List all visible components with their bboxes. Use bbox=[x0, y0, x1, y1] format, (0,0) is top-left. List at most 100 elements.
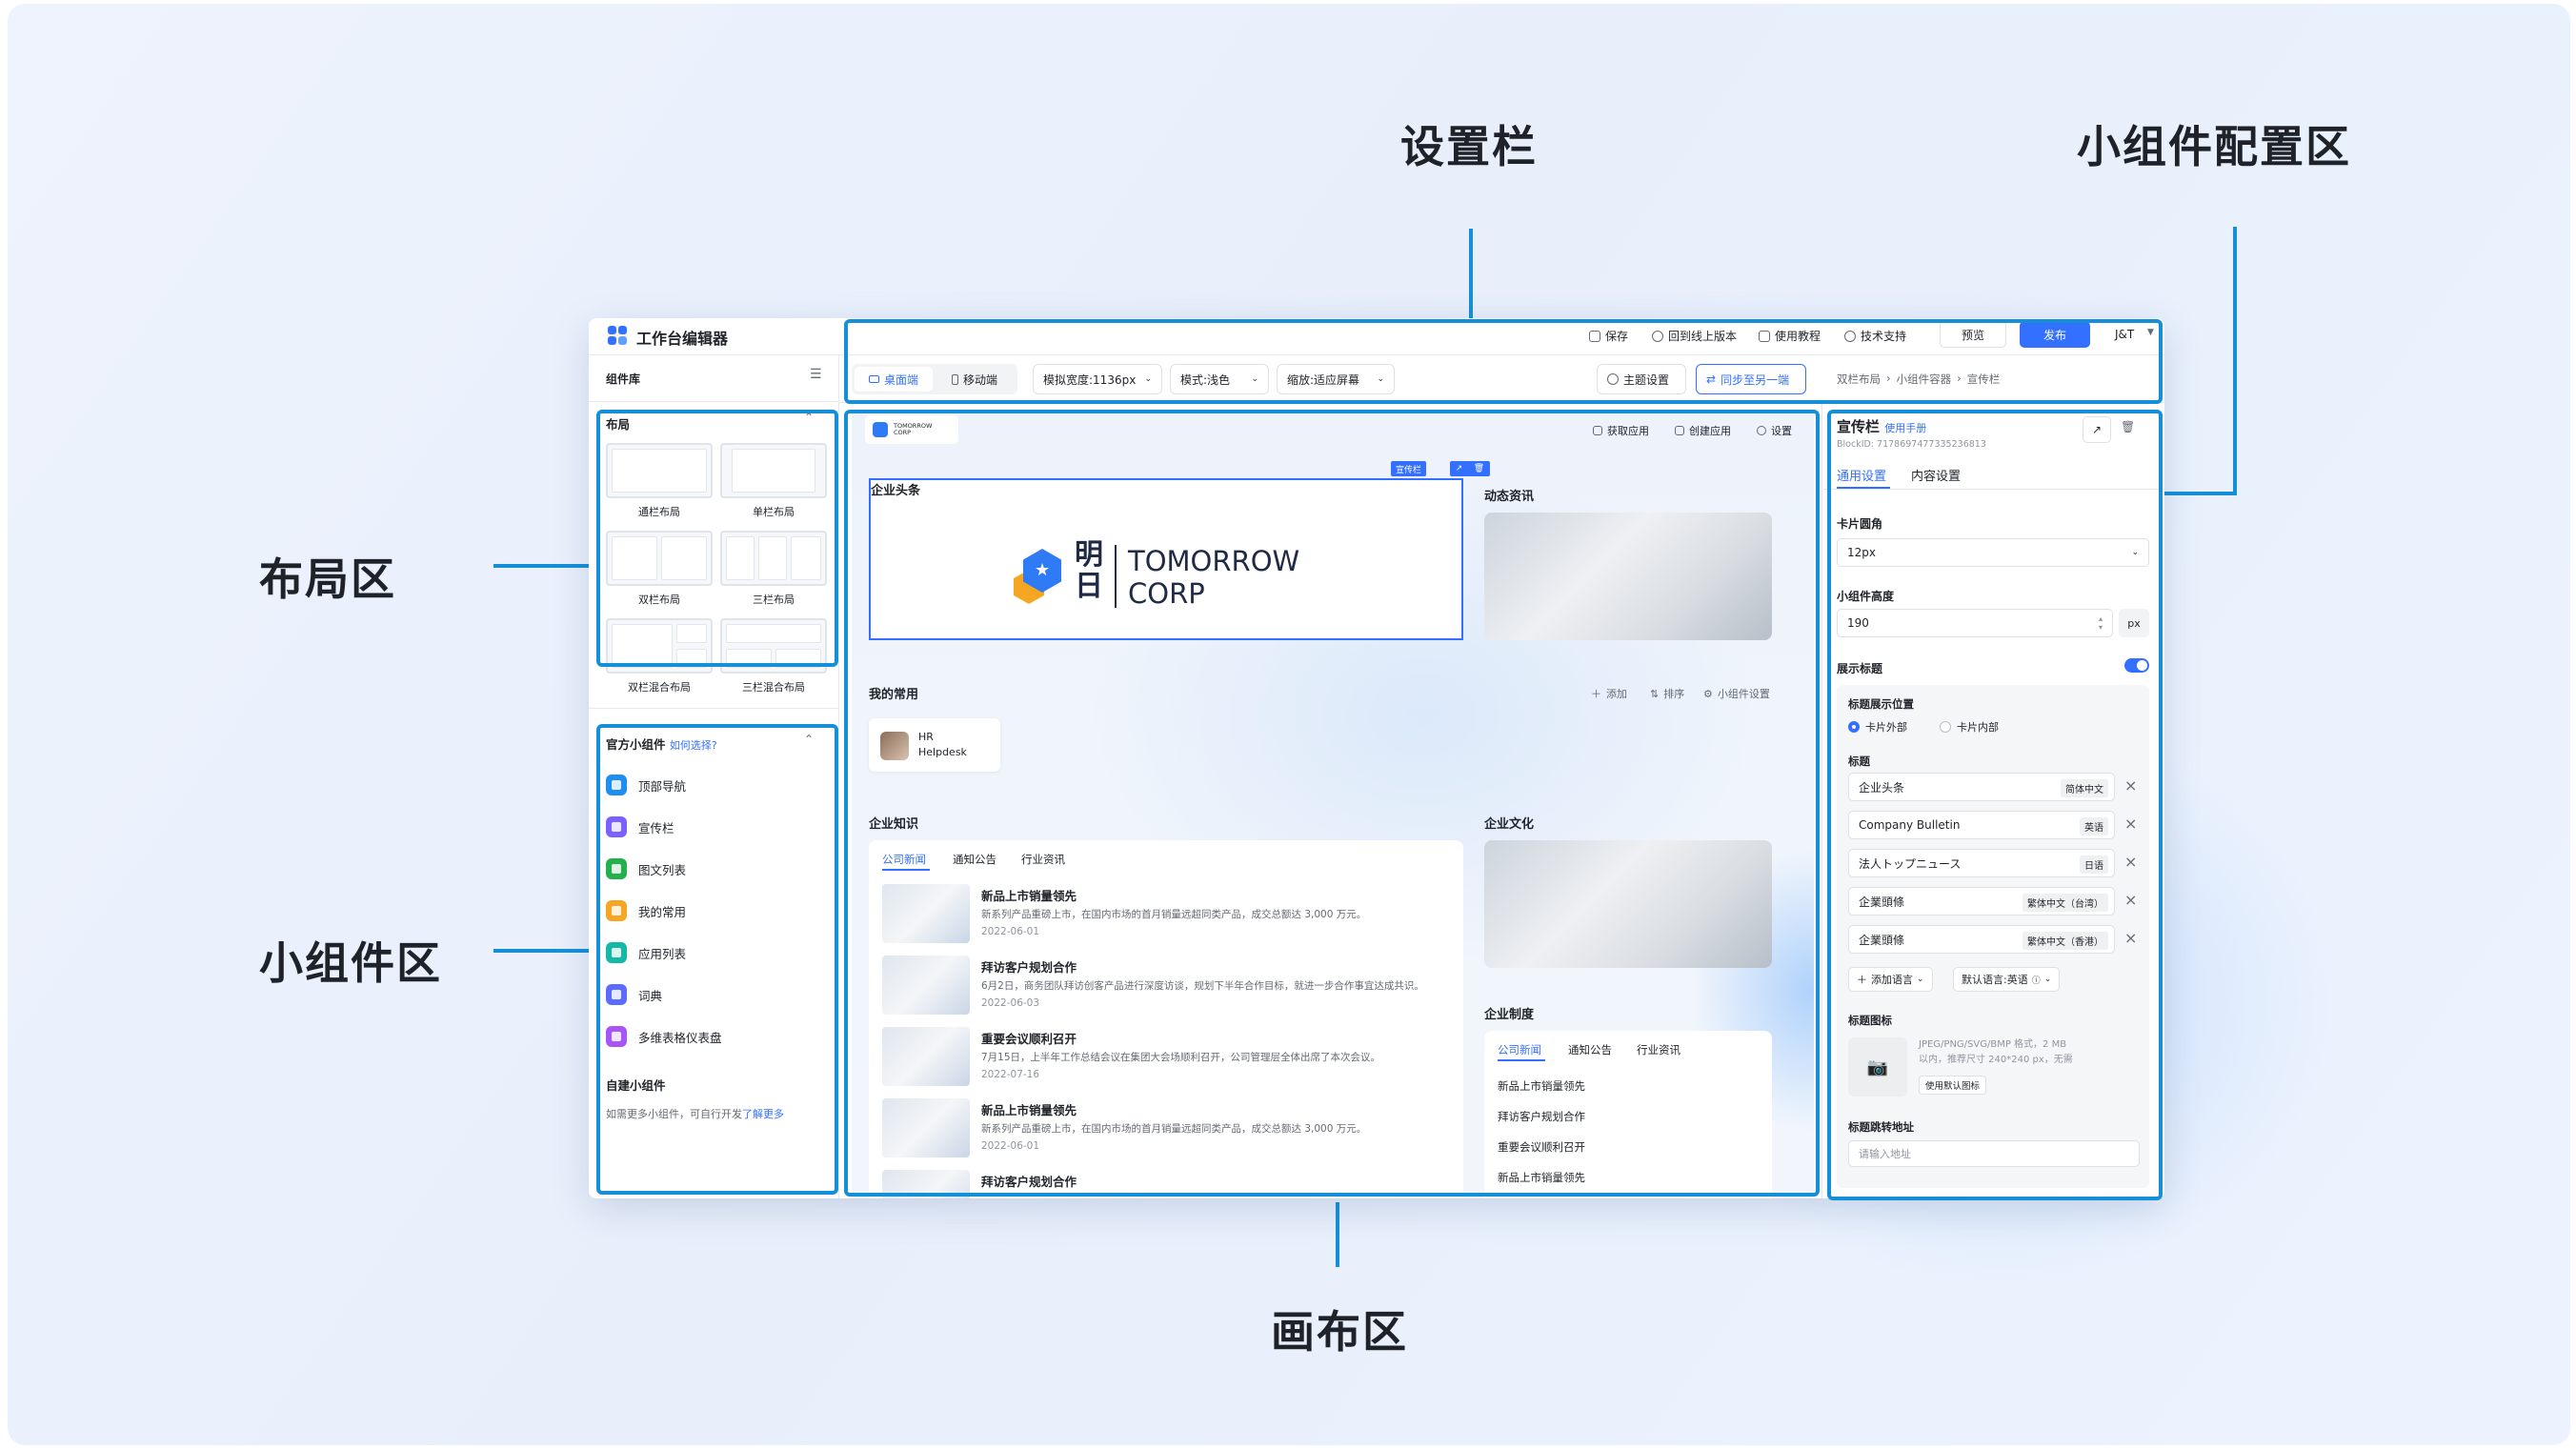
culture-image[interactable] bbox=[1484, 840, 1772, 968]
use-default-icon-button[interactable]: 使用默认图标 bbox=[1919, 1076, 1987, 1095]
policy-item[interactable]: 新品上市销量领先 bbox=[1498, 1170, 1585, 1185]
layout-two-column-mixed[interactable] bbox=[606, 618, 713, 674]
title-input[interactable]: 企業頭條 繁体中文（台湾） bbox=[1848, 887, 2115, 916]
mode-select[interactable]: 模式:浅色 ⌄ bbox=[1170, 364, 1269, 394]
tutorial-button[interactable]: 使用教程 bbox=[1759, 328, 1821, 344]
tab-content[interactable]: 内容设置 bbox=[1911, 466, 1961, 484]
news-item[interactable]: 拜访客户规划合作 6月2日，商务团队拜访创客产品进行深度访谈，规划下半年合作目标，… bbox=[882, 956, 1454, 1018]
share-icon[interactable]: ↗ bbox=[1456, 464, 1463, 473]
save-button[interactable]: 保存 bbox=[1589, 328, 1628, 344]
remove-title-icon[interactable]: × bbox=[2124, 853, 2137, 871]
widget-item[interactable]: 词典 bbox=[606, 984, 662, 1005]
policy-tab-industry[interactable]: 行业资讯 bbox=[1637, 1042, 1680, 1057]
stepper-icon[interactable]: ▴ ▾ bbox=[2099, 614, 2103, 632]
news-item[interactable]: 拜访客户规划合作 bbox=[882, 1170, 1454, 1198]
default-language-select[interactable]: 默认语言:英语 ⓘ ⌄ bbox=[1953, 967, 2061, 992]
zoom-select[interactable]: 缩放:适应屏幕 ⌄ bbox=[1277, 364, 1395, 394]
get-app-button[interactable]: 获取应用 bbox=[1593, 423, 1649, 438]
news-item[interactable]: 新品上市销量领先 新系列产品重磅上市，在国内市场的首月销量远超同类产品，成交总额达… bbox=[882, 884, 1454, 947]
desktop-tab[interactable]: 桌面端 bbox=[855, 367, 933, 392]
breadcrumb-item[interactable]: 小组件容器 bbox=[1897, 372, 1952, 387]
delete-icon[interactable]: 🗑 bbox=[1474, 464, 1484, 473]
layout-single-column[interactable] bbox=[720, 443, 827, 498]
headline-widget[interactable]: 企业头条 ★ 明日 TOMORROW CORP bbox=[869, 478, 1463, 640]
widget-settings-button[interactable]: ⚙ 小组件设置 bbox=[1703, 686, 1770, 701]
camera-icon[interactable]: 📷 bbox=[1848, 1037, 1907, 1097]
show-title-toggle[interactable] bbox=[2124, 658, 2149, 673]
learn-more-link[interactable]: 了解更多 bbox=[742, 1108, 784, 1120]
selected-widget-tag[interactable]: 宣传栏 bbox=[1391, 461, 1427, 476]
breadcrumb-item[interactable]: 双栏布局 bbox=[1837, 372, 1881, 387]
widget-item[interactable]: 多维表格仪表盘 bbox=[606, 1026, 722, 1047]
chevron-down-icon[interactable]: ▼ bbox=[2147, 328, 2154, 337]
news-item[interactable]: 重要会议顺利召开 7月15日，上半年工作总结会议在集团大会场顺利召开，公司管理层全… bbox=[882, 1027, 1454, 1090]
sort-button[interactable]: ⇅ 排序 bbox=[1650, 686, 1684, 701]
height-input[interactable]: 190 ▴ ▾ bbox=[1837, 609, 2113, 637]
news-item[interactable]: 新品上市销量领先 新系列产品重磅上市，在国内市场的首月销量远超同类产品，成交总额达… bbox=[882, 1098, 1454, 1161]
callout-line bbox=[2233, 227, 2237, 493]
layout-label: 三栏布局 bbox=[753, 594, 795, 606]
theme-settings-button[interactable]: 主题设置 bbox=[1597, 364, 1686, 394]
remove-title-icon[interactable]: × bbox=[2124, 929, 2137, 947]
pos-outside-radio[interactable]: 卡片外部 bbox=[1848, 719, 1907, 735]
remove-title-icon[interactable]: × bbox=[2124, 891, 2137, 909]
remove-title-icon[interactable]: × bbox=[2124, 776, 2137, 795]
add-language-button[interactable]: ＋添加语言 ⌄ bbox=[1848, 967, 1933, 992]
policy-tab-company-news[interactable]: 公司新闻 bbox=[1498, 1042, 1541, 1057]
widget-item[interactable]: 我的常用 bbox=[606, 900, 686, 921]
add-button[interactable]: ＋添加 bbox=[1591, 686, 1627, 701]
layout-two-column[interactable] bbox=[606, 531, 713, 586]
dynamic-news-image[interactable] bbox=[1484, 513, 1772, 640]
title-input[interactable]: Company Bulletin 英语 bbox=[1848, 811, 2115, 839]
share-icon[interactable]: ↗ bbox=[2083, 416, 2111, 443]
chevron-up-icon[interactable]: ⌃ bbox=[804, 411, 814, 424]
publish-button[interactable]: 发布 bbox=[2020, 321, 2090, 348]
policy-item[interactable]: 新品上市销量领先 bbox=[1498, 1078, 1585, 1094]
widget-icon bbox=[606, 942, 627, 963]
manual-link[interactable]: 使用手册 bbox=[1884, 422, 1926, 434]
rollback-button[interactable]: 回到线上版本 bbox=[1652, 328, 1737, 344]
policy-item[interactable]: 重要会议顺利召开 bbox=[1498, 1139, 1585, 1155]
frequent-title: 我的常用 bbox=[869, 688, 919, 702]
canvas: TOMORROW CORP 获取应用 创建应用 设置 宣传栏 ↗ 🗑 企业头条 ★… bbox=[852, 410, 1814, 1198]
widget-item[interactable]: 图文列表 bbox=[606, 858, 686, 879]
policy-tab-notices[interactable]: 通知公告 bbox=[1568, 1042, 1612, 1057]
preview-button[interactable]: 预览 bbox=[1940, 321, 2006, 348]
component-library: 组件库 ☰ 布局 ⌃ 通栏布局 单栏布局 双栏布局 三栏布局 双栏混合布局 三栏… bbox=[589, 355, 838, 1198]
tab-industry[interactable]: 行业资讯 bbox=[1021, 852, 1065, 867]
sync-button[interactable]: ⇄ 同步至另一端 bbox=[1696, 364, 1806, 394]
news-title: 新品上市销量领先 bbox=[981, 889, 1077, 903]
title-input[interactable]: 法人トップニュース 日语 bbox=[1848, 849, 2115, 877]
remove-title-icon[interactable]: × bbox=[2124, 815, 2137, 833]
pos-inside-radio[interactable]: 卡片内部 bbox=[1940, 719, 1999, 735]
radius-select[interactable]: 12px ⌄ bbox=[1837, 538, 2149, 567]
policy-item[interactable]: 拜访客户规划合作 bbox=[1498, 1109, 1585, 1124]
mobile-tab[interactable]: 移动端 bbox=[936, 367, 1014, 392]
chevron-up-icon[interactable]: ⌃ bbox=[804, 733, 814, 746]
tab-company-news[interactable]: 公司新闻 bbox=[882, 852, 926, 867]
widget-item[interactable]: 宣传栏 bbox=[606, 816, 674, 837]
block-id: BlockID: 7178697477335236813 bbox=[1837, 439, 1986, 450]
layout-full-width[interactable] bbox=[606, 443, 713, 498]
news-date: 2022-06-01 bbox=[981, 1140, 1040, 1152]
title-input[interactable]: 企业头条 简体中文 bbox=[1848, 773, 2115, 801]
create-app-button[interactable]: 创建应用 bbox=[1675, 423, 1731, 438]
layout-three-column[interactable] bbox=[720, 531, 827, 586]
widget-item[interactable]: 应用列表 bbox=[606, 942, 686, 963]
widget-item[interactable]: 顶部导航 bbox=[606, 775, 686, 795]
canvas-settings-button[interactable]: 设置 bbox=[1757, 423, 1792, 438]
user-menu[interactable]: J&T bbox=[2115, 328, 2134, 341]
layout-three-column-mixed[interactable] bbox=[720, 618, 827, 674]
sim-width-select[interactable]: 模拟宽度:1136px ⌄ bbox=[1033, 364, 1162, 394]
canvas-logo[interactable]: TOMORROW CORP bbox=[865, 415, 958, 444]
delete-icon[interactable]: 🗑 bbox=[2121, 420, 2135, 433]
tab-notices[interactable]: 通知公告 bbox=[953, 852, 996, 867]
filter-icon[interactable]: ☰ bbox=[810, 367, 822, 382]
breadcrumb-item[interactable]: 宣传栏 bbox=[1967, 372, 2001, 387]
title-input[interactable]: 企業頭條 繁体中文（香港） bbox=[1848, 925, 2115, 954]
jump-url-input[interactable]: 请输入地址 bbox=[1848, 1140, 2140, 1167]
how-to-choose-link[interactable]: 如何选择? bbox=[670, 739, 717, 752]
support-button[interactable]: 技术支持 bbox=[1844, 328, 1906, 344]
tab-general[interactable]: 通用设置 bbox=[1837, 466, 1886, 484]
hr-helpdesk-app[interactable]: HR Helpdesk bbox=[869, 718, 1000, 772]
